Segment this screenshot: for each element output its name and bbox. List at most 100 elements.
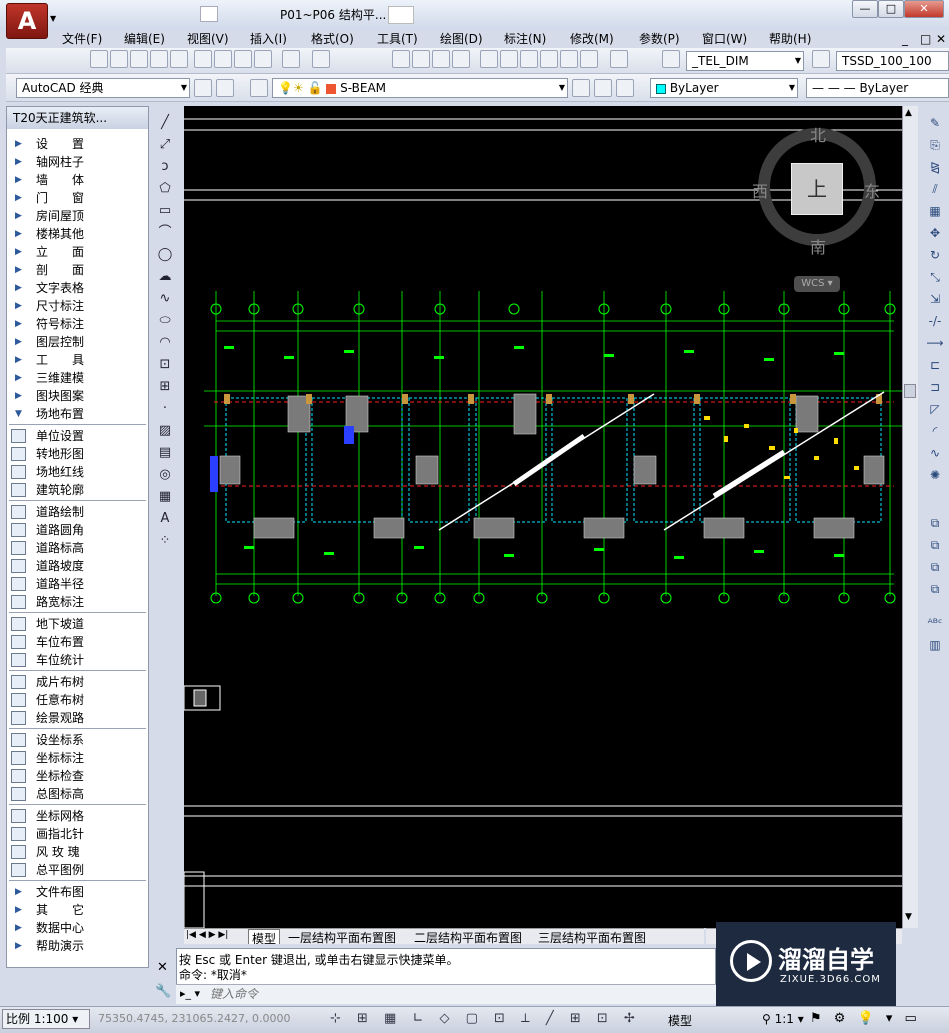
sidebar-item[interactable]: 道路绘制 bbox=[7, 503, 148, 521]
tab-layout-2[interactable]: 二层结构平面布置图 bbox=[414, 929, 522, 944]
sidebar-item[interactable]: 道路半径 bbox=[7, 575, 148, 593]
sidebar-item[interactable]: 道路坡度 bbox=[7, 557, 148, 575]
command-input-bar[interactable]: ▸_ ▾ bbox=[176, 984, 716, 1004]
sidebar-item[interactable]: ▶ 文字表格 bbox=[7, 279, 148, 297]
quick-access-icon[interactable] bbox=[200, 6, 218, 22]
undo-icon[interactable] bbox=[282, 50, 300, 68]
layer-state-icon[interactable] bbox=[616, 79, 634, 97]
workspace-select[interactable]: AutoCAD 经典 ▼ bbox=[16, 78, 190, 98]
circle-icon[interactable]: ◯ bbox=[156, 246, 174, 264]
sidebar-item[interactable]: 道路标高 bbox=[7, 539, 148, 557]
draw-order-front-icon[interactable]: ⧉ bbox=[926, 514, 944, 532]
text-style-icon[interactable] bbox=[662, 50, 680, 68]
application-menu-button[interactable]: A bbox=[6, 3, 48, 39]
tool-palettes-icon[interactable] bbox=[520, 50, 538, 68]
construction-line-icon[interactable]: ⤢ bbox=[156, 136, 174, 154]
menu-help[interactable]: 帮助(H) bbox=[769, 30, 811, 48]
send-under-icon[interactable]: ⧉ bbox=[926, 580, 944, 598]
sidebar-item[interactable]: ▶ 符号标注 bbox=[7, 315, 148, 333]
hatch-icon[interactable]: ▨ bbox=[156, 422, 174, 440]
viewcube-top-face[interactable]: 上 bbox=[791, 163, 843, 215]
sidebar-item[interactable]: 建筑轮廓 bbox=[7, 481, 148, 499]
make-block-icon[interactable]: ⊞ bbox=[156, 378, 174, 396]
sidebar-item[interactable]: ▼ 场地布置 bbox=[7, 405, 148, 423]
trim-icon[interactable]: -/- bbox=[926, 312, 944, 330]
sidebar-item[interactable]: ▶ 三维建模 bbox=[7, 369, 148, 387]
maximize-button[interactable]: □ bbox=[878, 0, 904, 18]
sidebar-item[interactable]: 总图标高 bbox=[7, 785, 148, 803]
calculator-icon[interactable] bbox=[580, 50, 598, 68]
layer-properties-icon[interactable] bbox=[250, 79, 268, 97]
sidebar-item[interactable]: 路宽标注 bbox=[7, 593, 148, 611]
pan-icon[interactable] bbox=[392, 50, 410, 68]
sidebar-item[interactable]: 道路圆角 bbox=[7, 521, 148, 539]
scroll-down-icon[interactable]: ▼ bbox=[905, 912, 912, 922]
sidebar-item[interactable]: 地下坡道 bbox=[7, 615, 148, 633]
properties-icon[interactable] bbox=[480, 50, 498, 68]
copy-icon[interactable] bbox=[214, 50, 232, 68]
save-icon[interactable] bbox=[130, 50, 148, 68]
ellipse-arc-icon[interactable]: ◠ bbox=[156, 334, 174, 352]
sidebar-item[interactable]: 坐标网格 bbox=[7, 807, 148, 825]
menu-dimension[interactable]: 标注(N) bbox=[504, 30, 546, 48]
command-input[interactable] bbox=[210, 986, 690, 1002]
line-icon[interactable]: ╱ bbox=[156, 114, 174, 132]
zoom-previous-icon[interactable] bbox=[452, 50, 470, 68]
viewcube-north[interactable]: 北 bbox=[810, 122, 826, 146]
close-button[interactable]: ✕ bbox=[904, 0, 944, 18]
sidebar-item[interactable]: ▶ 尺寸标注 bbox=[7, 297, 148, 315]
fillet-icon[interactable]: ◜ bbox=[926, 422, 944, 440]
scale-select[interactable]: 比例 1:100 ▾ bbox=[2, 1009, 90, 1029]
help-icon[interactable] bbox=[610, 50, 628, 68]
menu-parameters[interactable]: 参数(P) bbox=[639, 30, 680, 48]
array-icon[interactable]: ▦ bbox=[926, 202, 944, 220]
menu-modify[interactable]: 修改(M) bbox=[570, 30, 614, 48]
workspace-save-icon[interactable] bbox=[216, 79, 234, 97]
sidebar-item[interactable]: ▶ 立 面 bbox=[7, 243, 148, 261]
break-icon[interactable]: ⊏ bbox=[926, 356, 944, 374]
copy-object-icon[interactable]: ⎘ bbox=[926, 136, 944, 154]
status-tray-icons[interactable]: ⚑ ⚙ 💡 ▾ ▭ bbox=[810, 1011, 921, 1026]
sidebar-item[interactable]: 任意布树 bbox=[7, 691, 148, 709]
design-center-icon[interactable] bbox=[500, 50, 518, 68]
region-icon[interactable]: ◎ bbox=[156, 466, 174, 484]
layer-previous-icon[interactable] bbox=[594, 79, 612, 97]
sidebar-item[interactable]: ▶ 数据中心 bbox=[7, 919, 148, 937]
annotation-scale[interactable]: ⚲ 1:1 ▾ bbox=[762, 1012, 804, 1026]
sidebar-item[interactable]: 单位设置 bbox=[7, 427, 148, 445]
zoom-realtime-icon[interactable] bbox=[412, 50, 430, 68]
extend-icon[interactable]: ⟶ bbox=[926, 334, 944, 352]
close-icon[interactable]: ✕ bbox=[157, 960, 168, 975]
tab-layout-3[interactable]: 三层结构平面布置图 bbox=[538, 929, 646, 944]
menu-format[interactable]: 格式(O) bbox=[311, 30, 354, 48]
blend-icon[interactable]: ∿ bbox=[926, 444, 944, 462]
dim-style-icon[interactable] bbox=[812, 50, 830, 68]
join-icon[interactable]: ⊐ bbox=[926, 378, 944, 396]
match-properties-icon[interactable] bbox=[254, 50, 272, 68]
drafting-toggles[interactable]: ⊹ ⊞ ▦ ∟ ◇ ▢ ⊡ ⟂ ╱ ⊞ ⊡ ✢ bbox=[330, 1011, 660, 1029]
workspace-settings-icon[interactable] bbox=[194, 79, 212, 97]
cut-icon[interactable] bbox=[194, 50, 212, 68]
paste-icon[interactable] bbox=[234, 50, 252, 68]
doc-restore-button[interactable]: □ bbox=[920, 30, 931, 48]
sidebar-item[interactable]: 车位统计 bbox=[7, 651, 148, 669]
sidebar-item[interactable]: ▶ 图块图案 bbox=[7, 387, 148, 405]
wcs-menu-button[interactable]: WCS ▾ bbox=[794, 276, 840, 292]
viewcube-east[interactable]: 东 bbox=[864, 178, 880, 202]
redo-icon[interactable] bbox=[312, 50, 330, 68]
drawing-canvas[interactable]: 上 北 南 东 西 WCS ▾ bbox=[183, 106, 902, 929]
scroll-up-icon[interactable]: ▲ bbox=[905, 108, 912, 118]
minimize-button[interactable]: — bbox=[852, 0, 878, 18]
sidebar-item[interactable]: 车位布置 bbox=[7, 633, 148, 651]
menu-window[interactable]: 窗口(W) bbox=[702, 30, 747, 48]
sidebar-item[interactable]: 设坐标系 bbox=[7, 731, 148, 749]
dim-style-select[interactable]: _TEL_DIM ▼ bbox=[686, 51, 804, 71]
rectangle-icon[interactable]: ▭ bbox=[156, 202, 174, 220]
menu-draw[interactable]: 绘图(D) bbox=[440, 30, 483, 48]
sidebar-item[interactable]: 成片布树 bbox=[7, 673, 148, 691]
make-current-layer-icon[interactable] bbox=[572, 79, 590, 97]
bring-above-icon[interactable]: ⧉ bbox=[926, 558, 944, 576]
vertical-scrollbar[interactable]: ▲ ▼ bbox=[902, 106, 918, 928]
doc-close-button[interactable]: ✕ bbox=[936, 30, 946, 48]
doc-minimize-button[interactable]: _ bbox=[902, 30, 908, 48]
